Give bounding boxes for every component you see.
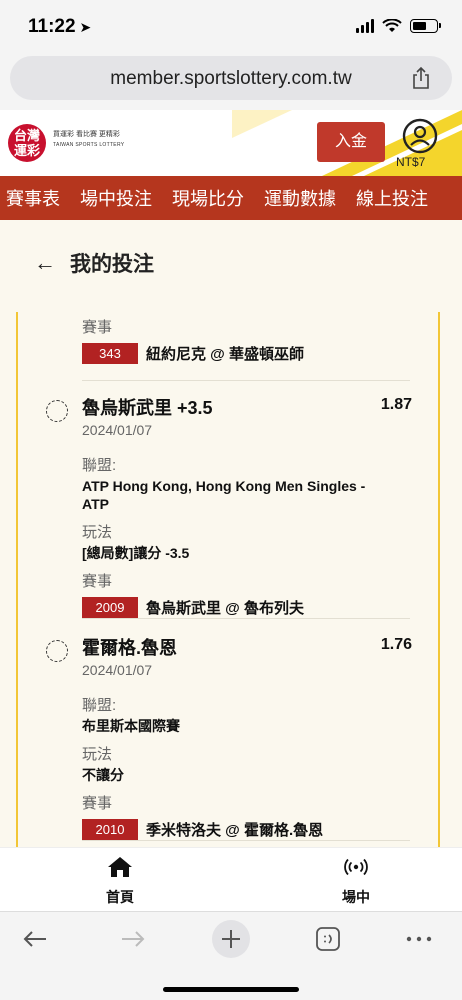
browser-address-area: member.sportslottery.com.tw <box>0 52 462 110</box>
url-text[interactable]: member.sportslottery.com.tw <box>10 68 452 90</box>
bet-odds: 1.76 <box>380 636 412 653</box>
address-bar[interactable]: member.sportslottery.com.tw <box>10 56 452 100</box>
panel-border-right <box>438 312 440 847</box>
more-icon <box>406 936 432 942</box>
league-value: 布里斯本國際賽 <box>82 718 180 734</box>
game-row: 2009 魯烏斯武里 @ 魯布列夫 <box>82 597 382 618</box>
play-value: 不讓分 <box>82 767 124 783</box>
game-row: 343 紐約尼克 @ 華盛頓巫師 <box>82 343 304 364</box>
share-icon[interactable] <box>410 66 432 90</box>
divider <box>82 840 410 841</box>
nav-item-online-betting[interactable]: 線上投注 <box>346 185 438 211</box>
bet-head: 魯烏斯武里 +3.5 1.87 2024/01/07 <box>82 394 412 438</box>
game-label: 賽事 <box>82 319 113 336</box>
nav-item-live-betting[interactable]: 場中投注 <box>70 185 162 211</box>
nav-item-sports-data[interactable]: 運動數據 <box>254 185 346 211</box>
divider <box>82 618 410 619</box>
bet-selection: 霍爾格.魯恩 <box>82 638 178 658</box>
app-nav-home-label: 首頁 <box>106 889 134 905</box>
site-header: 台灣 運彩 買運彩 看比賽 更精彩 TAIWAN SPORTS LOTTERY … <box>0 110 462 176</box>
browser-back-button[interactable] <box>18 922 52 956</box>
bet-odds: 1.87 <box>380 396 412 413</box>
live-broadcast-icon <box>344 858 368 876</box>
game-group: 賽事 2010 季米特洛夫 @ 霍爾格.魯恩 <box>82 792 382 840</box>
new-tab-button[interactable] <box>211 920 251 958</box>
bet-item: 魯烏斯武里 +3.5 1.87 2024/01/07 聯盟: ATP Hong … <box>46 394 416 618</box>
bet-game-block: 賽事 343 紐約尼克 @ 華盛頓巫師 <box>82 316 304 364</box>
bet-date: 2024/01/07 <box>82 422 153 438</box>
deposit-button[interactable]: 入金 <box>317 122 385 162</box>
game-id-badge: 2009 <box>82 597 138 618</box>
back-icon <box>23 931 46 947</box>
location-arrow-icon: ➤ <box>79 19 92 35</box>
play-group: 玩法 不讓分 <box>82 743 382 784</box>
bet-body: 聯盟: ATP Hong Kong, Hong Kong Men Singles… <box>82 454 382 626</box>
panel-border-left <box>16 312 18 847</box>
game-name: 魯烏斯武里 @ 魯布列夫 <box>146 600 304 617</box>
nav-item-schedule[interactable]: 賽事表 <box>0 185 70 211</box>
nav-item-live-score[interactable]: 現場比分 <box>162 185 254 211</box>
main-content: ← 我的投注 賽事 343 紐約尼克 @ 華盛頓巫師 魯烏斯武里 +3.5 1.… <box>0 220 462 847</box>
league-label: 聯盟: <box>82 457 117 474</box>
game-row: 2010 季米特洛夫 @ 霍爾格.魯恩 <box>82 819 382 840</box>
play-group: 玩法 [總局數]讓分 -3.5 <box>82 521 382 562</box>
home-indicator <box>163 987 299 992</box>
select-radio[interactable] <box>46 640 68 662</box>
cellular-signal-icon <box>356 19 374 33</box>
home-icon <box>108 857 132 877</box>
status-time: 11:22 ➤ <box>28 16 92 37</box>
bet-body: 聯盟: 布里斯本國際賽 玩法 不讓分 賽事 2010 季米特洛夫 @ 霍爾格.魯… <box>82 694 382 847</box>
game-name: 紐約尼克 @ 華盛頓巫師 <box>146 346 304 363</box>
play-label: 玩法 <box>82 524 113 541</box>
back-arrow-icon[interactable]: ← <box>34 250 56 276</box>
forward-icon <box>122 931 145 947</box>
game-id-badge: 343 <box>82 343 138 364</box>
status-bar: 11:22 ➤ <box>0 0 462 52</box>
bet-head: 霍爾格.魯恩 1.76 2024/01/07 <box>82 634 412 678</box>
league-group: 聯盟: ATP Hong Kong, Hong Kong Men Singles… <box>82 454 382 513</box>
page-title: 我的投注 <box>70 253 154 276</box>
play-value: [總局數]讓分 -3.5 <box>82 545 190 561</box>
league-value: ATP Hong Kong, Hong Kong Men Singles - A… <box>82 478 366 512</box>
page-header: ← 我的投注 <box>34 248 154 278</box>
game-name: 季米特洛夫 @ 霍爾格.魯恩 <box>146 822 324 839</box>
tabs-button[interactable] <box>313 922 343 956</box>
game-group: 賽事 2009 魯烏斯武里 @ 魯布列夫 <box>82 570 382 618</box>
game-label: 賽事 <box>82 795 113 812</box>
app-nav-live[interactable]: 場中 <box>316 856 396 907</box>
browser-toolbar <box>0 911 462 1000</box>
select-radio[interactable] <box>46 400 68 422</box>
app-nav-live-label: 場中 <box>342 889 370 905</box>
bet-date: 2024/01/07 <box>82 662 153 678</box>
more-button[interactable] <box>402 922 436 956</box>
app-bottom-nav: 首頁 場中 <box>0 847 462 911</box>
bets-panel: 賽事 343 紐約尼克 @ 華盛頓巫師 魯烏斯武里 +3.5 1.87 2024… <box>40 312 426 847</box>
account-icon[interactable] <box>402 118 438 154</box>
main-nav: 賽事表 場中投注 現場比分 運動數據 線上投注 <box>0 176 462 220</box>
plus-icon <box>212 920 250 958</box>
tabs-icon <box>316 927 340 951</box>
app-nav-home[interactable]: 首頁 <box>80 856 160 907</box>
game-id-badge: 2010 <box>82 819 138 840</box>
league-group: 聯盟: 布里斯本國際賽 <box>82 694 382 735</box>
bet-selection: 魯烏斯武里 +3.5 <box>82 398 213 418</box>
game-label: 賽事 <box>82 573 113 590</box>
league-label: 聯盟: <box>82 697 117 714</box>
status-icons <box>356 19 441 33</box>
play-label: 玩法 <box>82 746 113 763</box>
battery-icon <box>410 19 441 33</box>
browser-forward-button[interactable] <box>116 922 150 956</box>
logo-text: 買運彩 看比賽 更精彩 TAIWAN SPORTS LOTTERY <box>53 131 125 148</box>
wifi-icon <box>382 19 402 32</box>
logo-badge[interactable]: 台灣 運彩 <box>8 124 46 162</box>
divider <box>82 380 410 381</box>
bet-item: 霍爾格.魯恩 1.76 2024/01/07 聯盟: 布里斯本國際賽 玩法 不讓… <box>46 634 416 840</box>
balance-text: NT$7 <box>396 155 426 169</box>
